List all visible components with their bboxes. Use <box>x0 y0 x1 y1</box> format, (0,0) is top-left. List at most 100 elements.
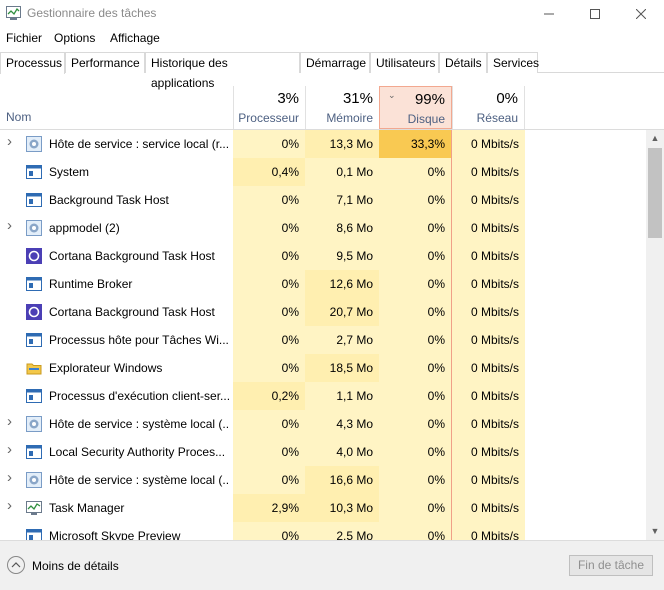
process-row[interactable]: Processus d'exécution client-ser... 0,2% 1… <box>0 382 646 410</box>
process-memory: 13,3 Mo <box>305 130 379 158</box>
window-icon <box>26 388 42 404</box>
process-network: 0 Mbits/s <box>452 298 525 326</box>
menu-options[interactable]: Options <box>54 31 95 45</box>
tab-services[interactable]: Services <box>487 52 539 73</box>
process-memory: 4,0 Mo <box>305 438 379 466</box>
expand-chevron-icon[interactable]: › <box>7 497 12 514</box>
process-row[interactable]: Cortana Background Task Host 0% 20,7 Mo 0% 0… <box>0 298 646 326</box>
cortana-icon <box>26 248 42 264</box>
column-name-header[interactable]: Nom <box>6 110 31 124</box>
less-details-link[interactable]: Moins de détails <box>32 559 119 573</box>
process-row[interactable]: Microsoft Skype Preview 0% 2,5 Mo 0% 0 Mbits… <box>0 522 646 540</box>
footer: Moins de détails Fin de tâche <box>0 540 664 590</box>
process-memory: 18,5 Mo <box>305 354 379 382</box>
task-manager-icon <box>6 6 21 20</box>
process-name: Cortana Background Task Host <box>49 249 215 263</box>
tab-processus[interactable]: Processus <box>0 52 65 74</box>
process-disk: 0% <box>379 270 452 298</box>
process-row[interactable]: › Hôte de service : système local (... 0% 1… <box>0 466 646 494</box>
column-header: Nom 3% Processeur 31% Mémoire ⌄ 99% Disq… <box>0 86 664 130</box>
process-disk: 0% <box>379 382 452 410</box>
sort-down-icon: ⌄ <box>388 90 396 100</box>
column-network-header[interactable]: 0% Réseau <box>452 86 525 129</box>
task-manager-icon <box>26 500 42 516</box>
tab-demarrage[interactable]: Démarrage <box>300 52 370 73</box>
window-icon <box>26 276 42 292</box>
process-network: 0 Mbits/s <box>452 270 525 298</box>
expand-chevron-icon[interactable]: › <box>7 413 12 430</box>
menu-affichage[interactable]: Affichage <box>110 31 160 45</box>
tab-utilisateurs[interactable]: Utilisateurs <box>370 52 439 73</box>
tab-performance[interactable]: Performance <box>65 52 145 73</box>
minimize-button[interactable] <box>526 0 572 27</box>
less-details-icon[interactable] <box>7 556 25 574</box>
expand-chevron-icon[interactable]: › <box>7 469 12 486</box>
process-row[interactable]: › Hôte de service : service local (r... 0%… <box>0 130 646 158</box>
scroll-thumb[interactable] <box>648 148 662 238</box>
process-cpu: 0,4% <box>233 158 305 186</box>
process-cpu: 0% <box>233 130 305 158</box>
process-disk: 0% <box>379 494 452 522</box>
scroll-up-arrow-icon[interactable]: ▲ <box>646 130 664 147</box>
window-icon <box>26 528 42 540</box>
column-cpu-header[interactable]: 3% Processeur <box>233 86 305 129</box>
process-cpu: 0% <box>233 410 305 438</box>
maximize-icon <box>590 8 600 19</box>
window-icon <box>26 332 42 348</box>
gear-icon <box>26 472 42 488</box>
folder-icon <box>26 360 42 376</box>
process-memory: 20,7 Mo <box>305 298 379 326</box>
process-network: 0 Mbits/s <box>452 382 525 410</box>
process-row[interactable]: › Hôte de service : système local (... 0% 4… <box>0 410 646 438</box>
network-total: 0% <box>496 90 518 107</box>
process-network: 0 Mbits/s <box>452 354 525 382</box>
process-row[interactable]: Cortana Background Task Host 0% 9,5 Mo 0% 0 … <box>0 242 646 270</box>
expand-chevron-icon[interactable]: › <box>7 441 12 458</box>
tab-bar: Processus Performance Historique des app… <box>0 52 664 90</box>
process-network: 0 Mbits/s <box>452 186 525 214</box>
process-memory: 8,6 Mo <box>305 214 379 242</box>
maximize-button[interactable] <box>572 0 618 27</box>
tab-details[interactable]: Détails <box>439 52 487 73</box>
process-row[interactable]: System 0,4% 0,1 Mo 0% 0 Mbits/s <box>0 158 646 186</box>
process-name: Hôte de service : service local (r... <box>49 137 229 151</box>
vertical-scrollbar[interactable]: ▲ ▼ <box>646 130 664 540</box>
process-row[interactable]: › Local Security Authority Proces... 0% 4,0… <box>0 438 646 466</box>
scroll-down-arrow-icon[interactable]: ▼ <box>646 523 664 540</box>
process-row[interactable]: › Task Manager 2,9% 10,3 Mo 0% 0 Mbits/s <box>0 494 646 522</box>
expand-chevron-icon[interactable]: › <box>7 217 12 234</box>
window-icon <box>26 192 42 208</box>
process-cpu: 0% <box>233 214 305 242</box>
expand-chevron-icon[interactable]: › <box>7 133 12 150</box>
process-name: Background Task Host <box>49 193 169 207</box>
process-name: Processus hôte pour Tâches Wi... <box>49 333 229 347</box>
column-memory-header[interactable]: 31% Mémoire <box>305 86 379 129</box>
window-title: Gestionnaire des tâches <box>27 6 157 20</box>
process-disk: 0% <box>379 438 452 466</box>
process-network: 0 Mbits/s <box>452 130 525 158</box>
disk-label: Disque <box>407 112 445 126</box>
process-memory: 16,6 Mo <box>305 466 379 494</box>
tab-historique[interactable]: Historique des applications <box>145 52 300 90</box>
process-row[interactable]: Processus hôte pour Tâches Wi... 0% 2,7 Mo… <box>0 326 646 354</box>
close-button[interactable] <box>618 0 664 27</box>
process-name: System <box>49 165 90 179</box>
process-cpu: 0,2% <box>233 382 305 410</box>
process-row[interactable]: Runtime Broker 0% 12,6 Mo 0% 0 Mbits/s <box>0 270 646 298</box>
column-disk-header[interactable]: ⌄ 99% Disque <box>379 86 452 129</box>
process-disk: 0% <box>379 186 452 214</box>
process-row[interactable]: › appmodel (2) 0% 8,6 Mo 0% 0 Mbits/s <box>0 214 646 242</box>
gear-icon <box>26 220 42 236</box>
process-name: Runtime Broker <box>49 277 133 291</box>
menu-fichier[interactable]: Fichier <box>6 31 42 45</box>
end-task-button[interactable]: Fin de tâche <box>569 555 653 576</box>
process-disk: 0% <box>379 242 452 270</box>
menu-bar: Fichier Options Affichage <box>0 28 664 48</box>
window-icon <box>26 444 42 460</box>
process-cpu: 0% <box>233 326 305 354</box>
title-bar[interactable]: Gestionnaire des tâches <box>0 0 664 27</box>
process-disk: 0% <box>379 158 452 186</box>
memory-total: 31% <box>342 90 373 107</box>
process-row[interactable]: Explorateur Windows 0% 18,5 Mo 0% 0 Mbits/s <box>0 354 646 382</box>
process-row[interactable]: Background Task Host 0% 7,1 Mo 0% 0 Mbits/s <box>0 186 646 214</box>
